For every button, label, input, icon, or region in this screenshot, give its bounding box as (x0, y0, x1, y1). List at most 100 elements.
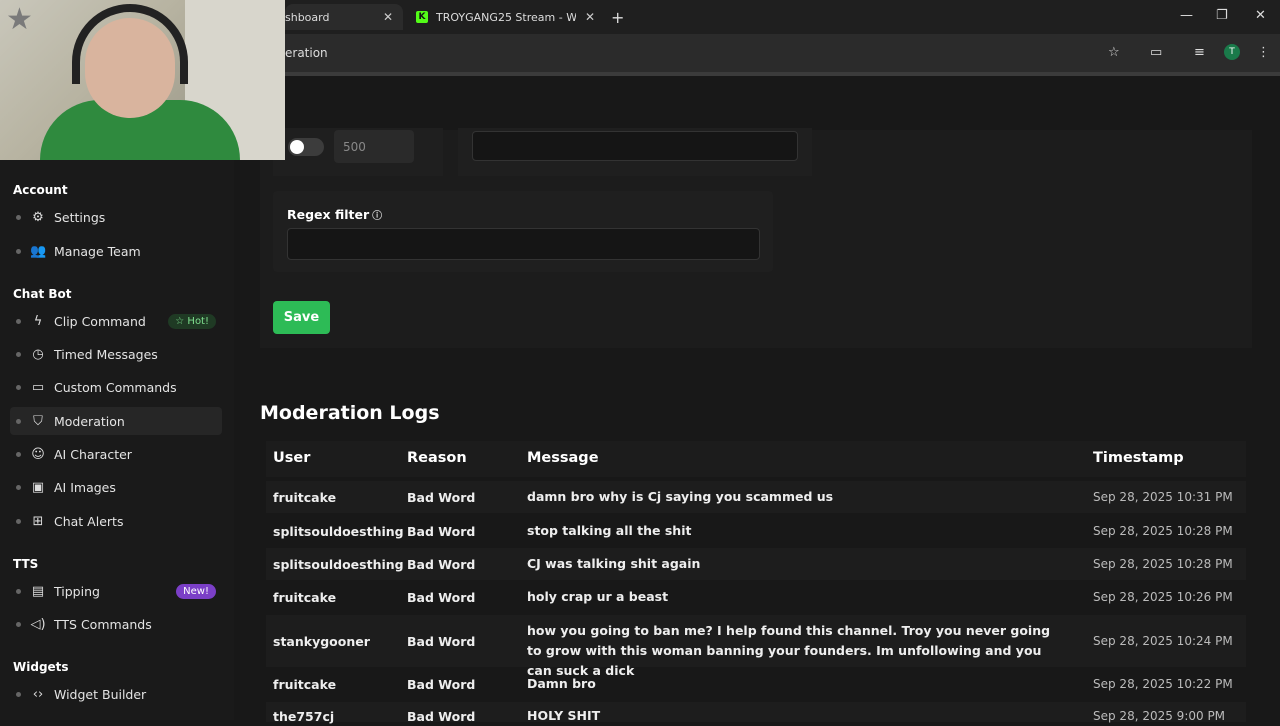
cell-reason: Bad Word (407, 557, 476, 572)
sidebar-item-tts-commands[interactable]: ◁) TTS Commands (10, 610, 222, 638)
media-icon[interactable]: ≡ (1194, 45, 1205, 60)
section-title: Widgets (13, 660, 69, 674)
cell-user: fruitcake (273, 677, 337, 692)
tab-label: shboard (285, 10, 330, 24)
column-header-message[interactable]: Message (527, 450, 599, 466)
close-icon[interactable]: ✕ (383, 10, 393, 24)
clock-icon: ◷ (32, 346, 44, 362)
bullet (16, 384, 21, 390)
toggle-knob (290, 140, 304, 154)
minimize-button[interactable]: — (1180, 8, 1193, 23)
cell-user: fruitcake (273, 490, 337, 505)
cell-reason: Bad Word (407, 490, 476, 505)
sidebar-item-manage-team[interactable]: 👥 Manage Team (10, 237, 222, 265)
sidebar-item-label: Chat Alerts (54, 513, 124, 529)
sidebar-item-label: Manage Team (54, 243, 141, 259)
cell-reason: Bad Word (407, 634, 476, 649)
bolt-icon: ϟ (33, 313, 43, 329)
close-icon[interactable]: ✕ (585, 10, 595, 24)
sidebar-item-label: Clip Command (54, 313, 146, 329)
regex-filter-input[interactable] (287, 228, 760, 260)
section-title: Account (13, 183, 68, 197)
sidebar-item-widget-builder[interactable]: ‹› Widget Builder (10, 680, 222, 708)
cell-reason: Bad Word (407, 590, 476, 605)
restore-button[interactable]: ❐ (1216, 8, 1228, 23)
sidebar-item-label: Settings (54, 209, 106, 225)
robot-icon: ☺ (31, 446, 45, 462)
cell-user: the757cj (273, 709, 335, 724)
column-header-user[interactable]: User (273, 450, 310, 466)
cast-icon[interactable]: ▭ (1150, 45, 1162, 60)
kick-icon: K (416, 11, 428, 23)
bullet (16, 621, 21, 627)
sidebar-item-label: Widget Builder (54, 686, 147, 702)
bullet (16, 351, 21, 357)
cell-message: damn bro why is Cj saying you scammed us (527, 489, 834, 504)
bullet (16, 318, 21, 324)
max-length-toggle[interactable] (288, 138, 324, 156)
cell-message: Damn bro (527, 676, 596, 691)
wallet-icon: ▤ (31, 583, 45, 599)
cell-user: stankygooner (273, 634, 370, 649)
hot-badge: ☆ Hot! (168, 313, 216, 329)
cell-message: HOLY SHIT (527, 708, 601, 723)
star-icon[interactable]: ☆ (1108, 45, 1120, 60)
regex-label-text: Regex filter (287, 207, 370, 222)
sidebar-item-label: Moderation (54, 413, 125, 429)
tab-label: TROYGANG25 Stream - Watch l (436, 10, 576, 24)
cell-timestamp: Sep 28, 2025 10:28 PM (1093, 557, 1233, 571)
menu-icon[interactable]: ⋮ (1257, 45, 1270, 60)
speaker-icon: ◁) (30, 616, 46, 632)
sidebar-item-chat-alerts[interactable]: ⊞ Chat Alerts (10, 507, 222, 535)
sidebar-item-tipping[interactable]: ▤ Tipping New! (10, 577, 222, 605)
cell-timestamp: Sep 28, 2025 10:22 PM (1093, 677, 1233, 691)
sidebar-item-clip-command[interactable]: ϟ Clip Command ☆ Hot! (10, 307, 222, 335)
cell-user: fruitcake (273, 590, 337, 605)
info-icon[interactable]: ⓘ (372, 211, 382, 222)
cell-reason: Bad Word (407, 709, 476, 724)
profile-avatar[interactable]: T (1224, 44, 1240, 60)
url-field[interactable]: eration (285, 46, 328, 60)
tab-dashboard[interactable]: shboard ✕ (285, 4, 403, 30)
new-tab-button[interactable]: + (611, 8, 624, 27)
table-row: fruitcake Bad Word damn bro why is Cj sa… (266, 481, 1246, 513)
gear-icon: ⚙ (32, 209, 44, 225)
section-title: TTS (13, 557, 39, 571)
bullet (16, 588, 21, 594)
regex-filter-label: Regex filter ⓘ (287, 207, 382, 222)
sidebar-item-label: AI Images (54, 479, 116, 495)
cell-timestamp: Sep 28, 2025 10:26 PM (1093, 590, 1233, 604)
cell-user: splitsouldoesthing (273, 524, 404, 539)
window-close-button[interactable]: ✕ (1255, 8, 1266, 23)
code-icon: ‹› (32, 686, 44, 702)
table-row: the757cj Bad Word HOLY SHIT Sep 28, 2025… (266, 702, 1246, 724)
new-badge: New! (176, 583, 216, 599)
cell-message: stop talking all the shit (527, 523, 692, 538)
cell-timestamp: Sep 28, 2025 9:00 PM (1093, 709, 1226, 723)
page-title: Moderation Logs (260, 402, 440, 424)
sidebar-item-ai-character[interactable]: ☺ AI Character (10, 440, 222, 468)
sidebar-item-moderation[interactable]: ⛉ Moderation (10, 407, 222, 435)
shield-icon: ⛉ (33, 413, 43, 429)
bullet (16, 214, 21, 220)
column-header-reason[interactable]: Reason (407, 450, 467, 466)
cell-message: CJ was talking shit again (527, 556, 701, 571)
sidebar-item-settings[interactable]: ⚙ Settings (10, 203, 222, 231)
save-button[interactable]: Save (273, 301, 330, 334)
cell-timestamp: Sep 28, 2025 10:28 PM (1093, 524, 1233, 538)
image-icon: ▣ (31, 479, 45, 495)
bullet (16, 418, 21, 424)
sidebar-item-label: TTS Commands (54, 616, 152, 632)
sidebar-item-custom-commands[interactable]: ▭ Custom Commands (10, 373, 222, 401)
sidebar-item-ai-images[interactable]: ▣ AI Images (10, 473, 222, 501)
tab-stream[interactable]: K TROYGANG25 Stream - Watch l ✕ (410, 4, 605, 30)
bullet (16, 484, 21, 490)
bullet (16, 451, 21, 457)
table-row: splitsouldoesthing Bad Word CJ was talki… (266, 548, 1246, 580)
sidebar-item-timed-messages[interactable]: ◷ Timed Messages (10, 340, 222, 368)
sidebar-item-label: AI Character (54, 446, 132, 462)
max-length-input[interactable]: 500 (334, 130, 414, 163)
column-header-timestamp[interactable]: Timestamp (1093, 450, 1184, 466)
sidebar-item-label: Tipping (54, 583, 100, 599)
filter-input[interactable] (472, 131, 798, 161)
